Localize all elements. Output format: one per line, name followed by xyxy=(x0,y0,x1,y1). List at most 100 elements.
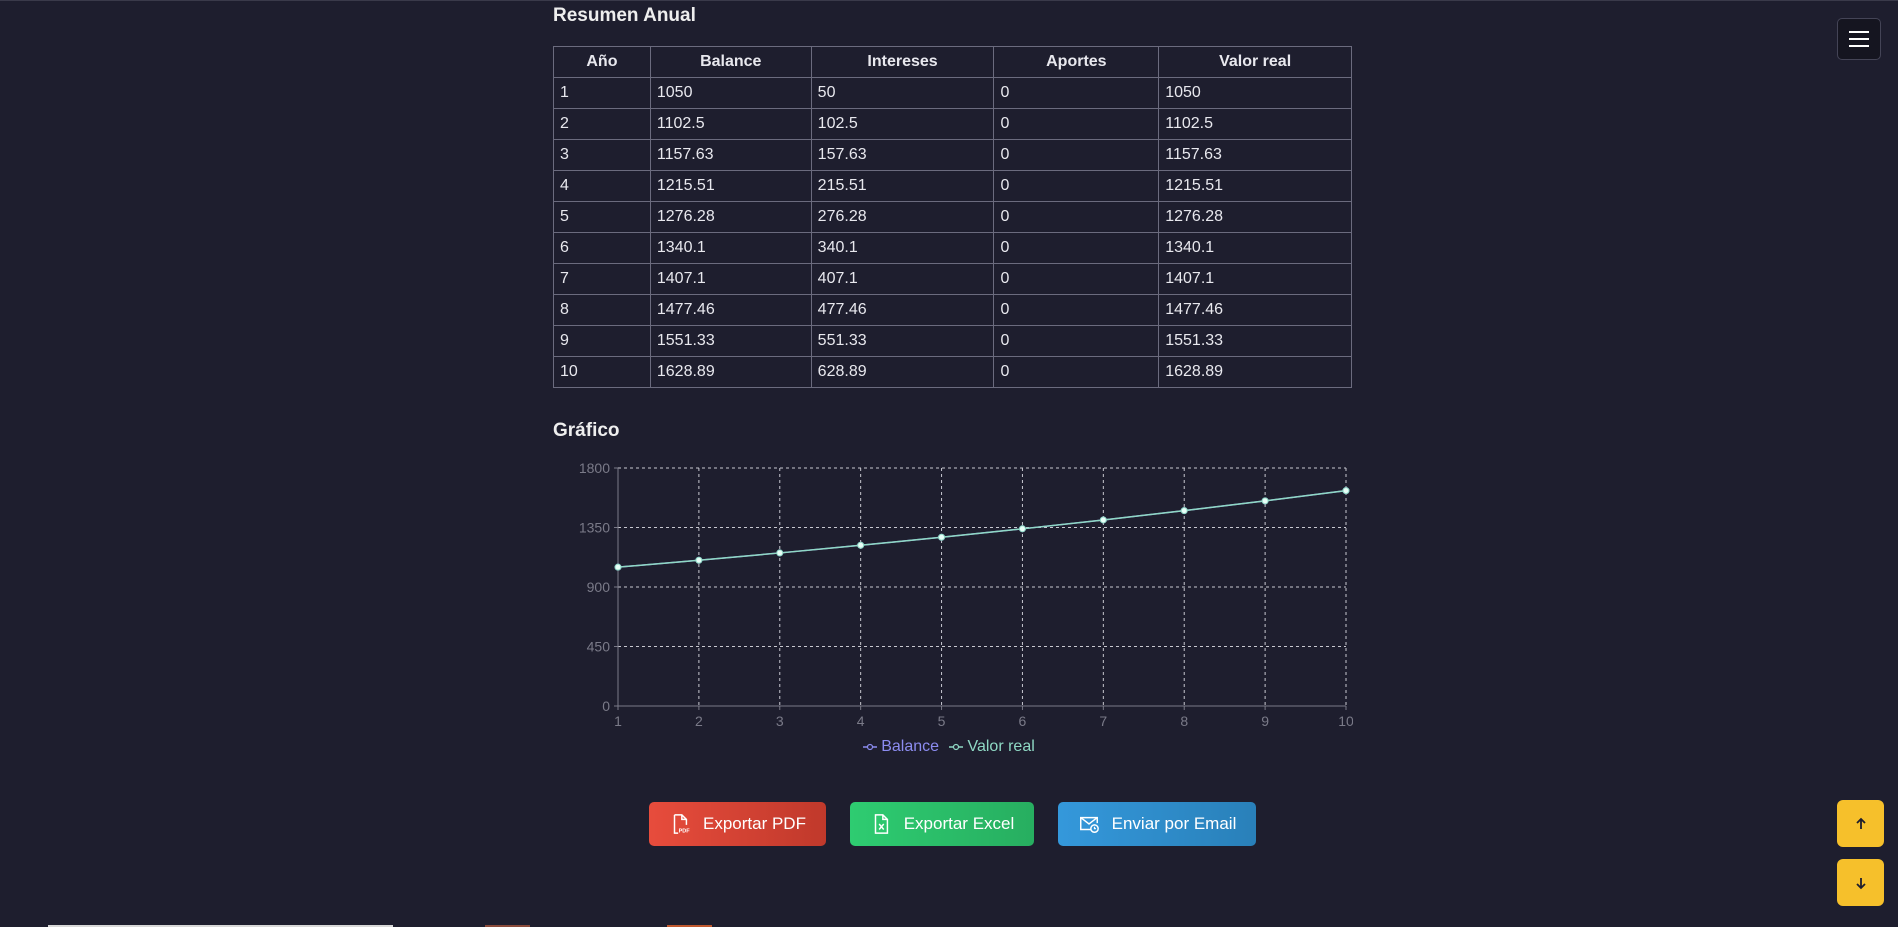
hamburger-menu-icon xyxy=(1849,31,1869,33)
legend-item-balance[interactable]: Balance xyxy=(863,738,939,756)
y-tick-label: 1350 xyxy=(579,520,610,536)
table-row: 2 1102.5 102.5 0 1102.5 xyxy=(553,108,1352,140)
cell-contributions: 0 xyxy=(993,263,1160,295)
column-header-contributions: Aportes xyxy=(993,46,1160,78)
table-header-row: Año Balance Intereses Aportes Valor real xyxy=(553,46,1352,78)
x-tick-label: 8 xyxy=(1180,713,1188,729)
cell-balance: 1102.5 xyxy=(649,108,812,140)
cell-contributions: 0 xyxy=(993,294,1160,326)
x-tick-label: 2 xyxy=(695,713,703,729)
cell-year: 4 xyxy=(553,170,651,202)
export-pdf-label: Exportar PDF xyxy=(703,814,806,833)
legend-line-icon xyxy=(949,743,964,751)
x-tick-label: 1 xyxy=(614,713,622,729)
menu-button[interactable] xyxy=(1837,18,1881,60)
send-email-label: Enviar por Email xyxy=(1111,814,1237,833)
y-tick-label: 900 xyxy=(587,579,611,595)
arrow-down-icon xyxy=(1855,877,1866,889)
cell-contributions: 0 xyxy=(993,77,1160,109)
chart-title: Gráfico xyxy=(553,420,620,441)
legend-item-real-value[interactable]: Valor real xyxy=(949,738,1035,756)
x-tick-label: 9 xyxy=(1261,713,1269,729)
table-row: 8 1477.46 477.46 0 1477.46 xyxy=(553,294,1352,326)
cell-contributions: 0 xyxy=(993,170,1160,202)
x-tick-label: 7 xyxy=(1099,713,1107,729)
column-header-real-value: Valor real xyxy=(1158,46,1352,78)
cell-contributions: 0 xyxy=(993,108,1160,140)
x-tick-label: 5 xyxy=(938,713,946,729)
cell-year: 7 xyxy=(553,263,651,295)
cell-contributions: 0 xyxy=(993,139,1160,171)
chart-legend: Balance Valor real xyxy=(0,738,1898,757)
cell-interest: 157.63 xyxy=(810,139,995,171)
table-row: 5 1276.28 276.28 0 1276.28 xyxy=(553,201,1352,233)
mail-clock-icon xyxy=(1079,816,1099,833)
cell-year: 10 xyxy=(553,356,651,388)
cell-balance: 1407.1 xyxy=(649,263,812,295)
data-point-valor-real xyxy=(938,533,946,541)
cell-real-value: 1407.1 xyxy=(1158,263,1352,295)
cell-balance: 1215.51 xyxy=(649,170,812,202)
annual-summary-table: Año Balance Intereses Aportes Valor real… xyxy=(553,46,1352,388)
cell-balance: 1157.63 xyxy=(649,139,812,171)
cell-contributions: 0 xyxy=(993,201,1160,233)
column-header-interest: Intereses xyxy=(810,46,995,78)
hamburger-menu-icon xyxy=(1849,38,1869,40)
cell-interest: 50 xyxy=(810,77,995,109)
data-point-valor-real xyxy=(614,563,622,571)
column-header-balance: Balance xyxy=(649,46,812,78)
cell-interest: 215.51 xyxy=(810,170,995,202)
cell-real-value: 1157.63 xyxy=(1158,139,1352,171)
cell-balance: 1477.46 xyxy=(649,294,812,326)
cell-balance: 1276.28 xyxy=(649,201,812,233)
y-tick-label: 0 xyxy=(602,698,610,714)
table-row: 10 1628.89 628.89 0 1628.89 xyxy=(553,356,1352,388)
cell-year: 8 xyxy=(553,294,651,326)
scroll-to-bottom-button[interactable] xyxy=(1837,859,1884,906)
cell-contributions: 0 xyxy=(993,325,1160,357)
cell-interest: 340.1 xyxy=(810,232,995,264)
top-divider xyxy=(0,0,1898,1)
cell-interest: 628.89 xyxy=(810,356,995,388)
cell-interest: 477.46 xyxy=(810,294,995,326)
data-point-valor-real xyxy=(776,549,784,557)
column-header-year: Año xyxy=(553,46,651,78)
cell-real-value: 1477.46 xyxy=(1158,294,1352,326)
cell-balance: 1551.33 xyxy=(649,325,812,357)
cell-real-value: 1276.28 xyxy=(1158,201,1352,233)
table-row: 1 1050 50 0 1050 xyxy=(553,77,1352,109)
table-row: 7 1407.1 407.1 0 1407.1 xyxy=(553,263,1352,295)
cell-year: 6 xyxy=(553,232,651,264)
cell-balance: 1340.1 xyxy=(649,232,812,264)
y-tick-label: 1800 xyxy=(579,460,610,476)
data-point-valor-real xyxy=(1261,497,1269,505)
data-point-valor-real xyxy=(1342,487,1350,495)
cell-interest: 102.5 xyxy=(810,108,995,140)
cell-balance: 1050 xyxy=(649,77,812,109)
file-excel-icon xyxy=(874,814,888,834)
cell-contributions: 0 xyxy=(993,356,1160,388)
cell-year: 1 xyxy=(553,77,651,109)
legend-label-real-value: Valor real xyxy=(967,738,1035,755)
table-row: 4 1215.51 215.51 0 1215.51 xyxy=(553,170,1352,202)
scroll-to-top-button[interactable] xyxy=(1837,800,1884,847)
legend-label-balance: Balance xyxy=(881,738,940,755)
cell-real-value: 1102.5 xyxy=(1158,108,1352,140)
cell-real-value: 1215.51 xyxy=(1158,170,1352,202)
send-email-button[interactable]: Enviar por Email xyxy=(1058,802,1256,846)
export-pdf-button[interactable]: PDF Exportar PDF xyxy=(649,802,826,846)
cell-real-value: 1551.33 xyxy=(1158,325,1352,357)
data-point-valor-real xyxy=(1099,516,1107,524)
export-excel-button[interactable]: Exportar Excel xyxy=(850,802,1034,846)
cell-year: 2 xyxy=(553,108,651,140)
cell-real-value: 1050 xyxy=(1158,77,1352,109)
summary-title: Resumen Anual xyxy=(553,5,696,26)
cell-contributions: 0 xyxy=(993,232,1160,264)
table-row: 9 1551.33 551.33 0 1551.33 xyxy=(553,325,1352,357)
table-body: 1 1050 50 0 1050 2 1102.5 102.5 0 1102.5 3 1157.63 1… xyxy=(553,77,1352,388)
cell-year: 5 xyxy=(553,201,651,233)
x-tick-label: 4 xyxy=(857,713,865,729)
data-point-valor-real xyxy=(695,556,703,564)
svg-text:PDF: PDF xyxy=(679,828,691,834)
line-chart: 0 450 900 1350 1800 1 2 3 4 5 6 7 8 9 10 xyxy=(579,460,1353,729)
